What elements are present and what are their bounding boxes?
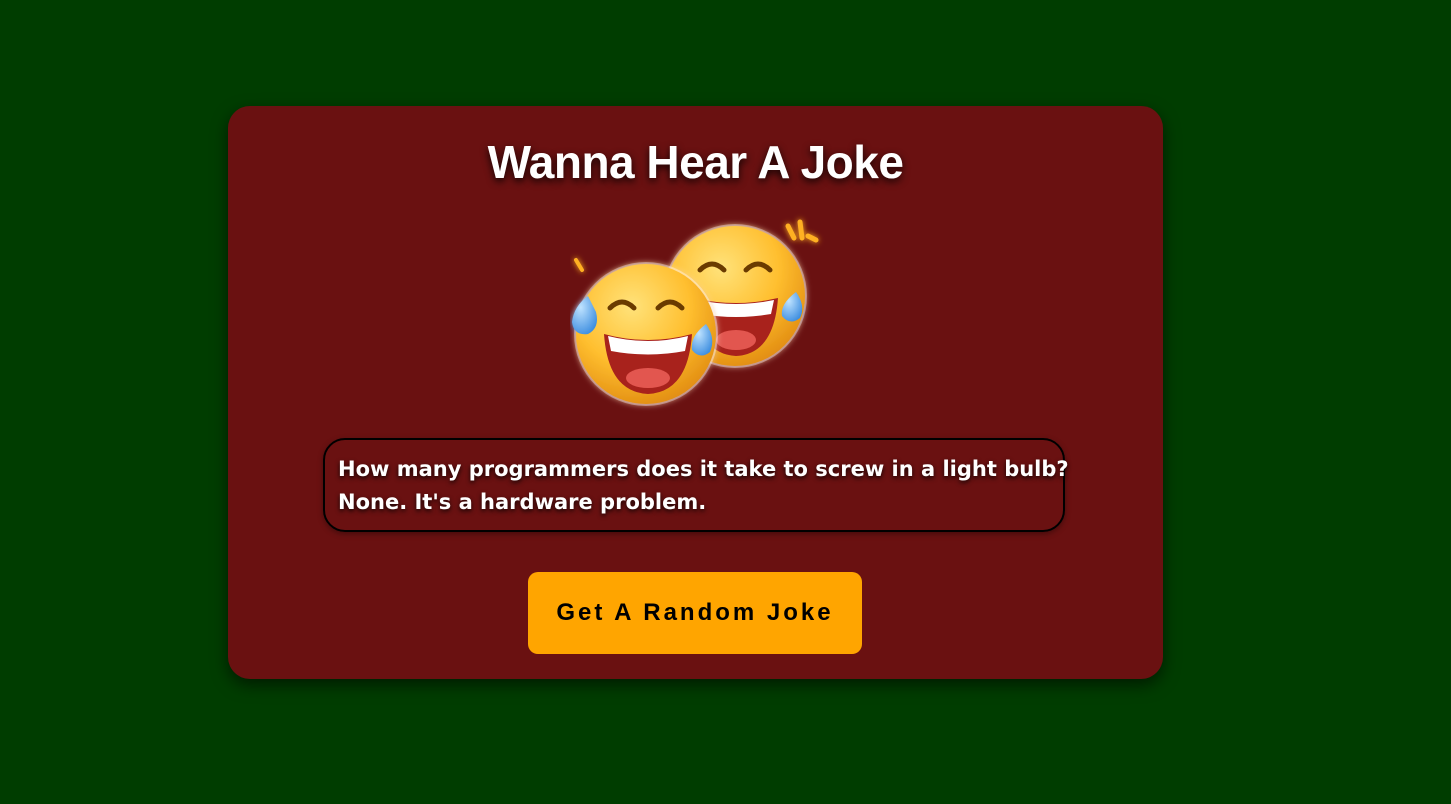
- laughing-emojis-icon: [572, 219, 819, 406]
- page-title: Wanna Hear A Joke: [487, 136, 904, 188]
- joke-text-box: How many programmers does it take to scr…: [323, 438, 1069, 532]
- joke-card: Wanna Hear A Joke How many programmers d…: [228, 106, 1163, 679]
- joke-punchline: None. It's a hardware problem.: [338, 490, 707, 514]
- get-random-joke-button[interactable]: Get A Random Joke: [528, 572, 862, 654]
- joke-setup: How many programmers does it take to scr…: [338, 457, 1069, 481]
